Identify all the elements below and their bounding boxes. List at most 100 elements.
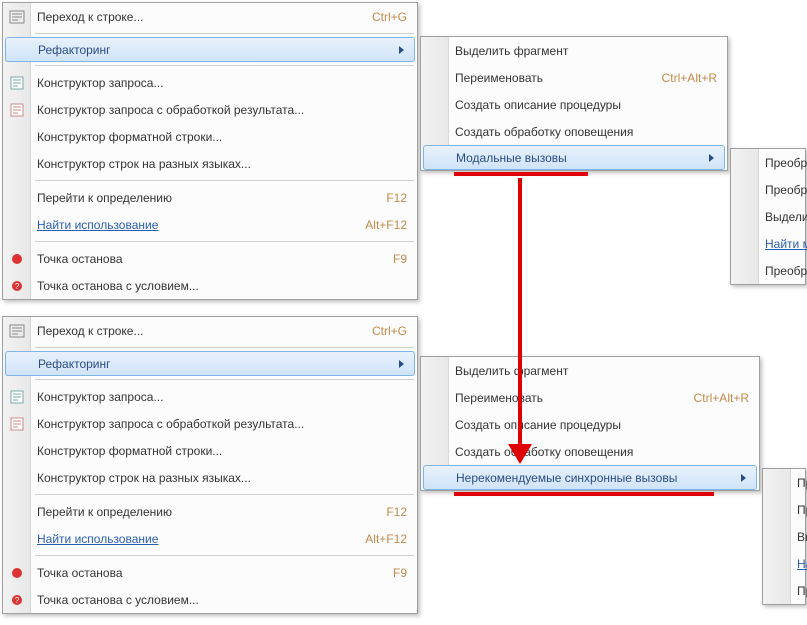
create-handler-label: Создать обработку оповещения — [455, 445, 749, 459]
refactoring-item[interactable]: Рефакторинг — [5, 37, 415, 62]
red-underline-1 — [454, 172, 588, 176]
multilang-string-label: Конструктор строк на разных языках... — [37, 157, 407, 171]
extract-fragment-label: Выделить фрагмент — [455, 44, 717, 58]
query-constructor-result-item[interactable]: Конструктор запроса с обработкой результ… — [3, 410, 417, 437]
sub2-label-3: Вь — [797, 530, 807, 544]
submenu-arrow-icon — [399, 360, 404, 368]
create-handler-item[interactable]: Создать обработку оповещения — [421, 118, 727, 145]
multilang-string-item[interactable]: Конструктор строк на разных языках... — [3, 464, 417, 491]
nonrecommended-calls-label: Нерекомендуемые синхронные вызовы — [456, 471, 741, 485]
create-proc-label: Создать описание процедуры — [455, 98, 717, 112]
sub2-label-5: Пр — [797, 584, 807, 598]
separator — [35, 347, 414, 348]
create-proc-item[interactable]: Создать описание процедуры — [421, 91, 727, 118]
top-context-menu: Переход к строке... Ctrl+G Рефакторинг К… — [2, 2, 418, 300]
query-result-icon — [9, 102, 25, 118]
create-proc-item[interactable]: Создать описание процедуры — [421, 411, 759, 438]
format-string-item[interactable]: Конструктор форматной строки... — [3, 123, 417, 150]
sub2-label-2: Пр — [797, 503, 807, 517]
sub2-label-1: Пр — [797, 476, 807, 490]
breakpoint-cond-label: Точка останова с условием... — [37, 593, 407, 607]
breakpoint-cond-label: Точка останова с условием... — [37, 279, 407, 293]
breakpoint-cond-icon: ? — [9, 278, 25, 294]
extract-fragment-item[interactable]: Выделить фрагмент — [421, 37, 727, 64]
query-constructor-item[interactable]: Конструктор запроса... — [3, 383, 417, 410]
goto-definition-item[interactable]: Перейти к определению F12 — [3, 184, 417, 211]
find-usage-item[interactable]: Найти использование Alt+F12 — [3, 211, 417, 238]
query-icon — [9, 389, 25, 405]
sub2-label-2: Преобраз — [765, 183, 807, 197]
goto-line-icon — [9, 323, 25, 339]
goto-definition-shortcut: F12 — [386, 191, 407, 205]
goto-line-shortcut: Ctrl+G — [372, 324, 407, 338]
sub2-item-5[interactable]: Преобраз — [731, 257, 805, 284]
sub2-item-4[interactable]: На — [763, 550, 807, 577]
nonrecommended-calls-item[interactable]: Нерекомендуемые синхронные вызовы — [423, 465, 757, 490]
rename-item[interactable]: Переименовать Ctrl+Alt+R — [421, 384, 759, 411]
breakpoint-cond-icon: ? — [9, 592, 25, 608]
goto-definition-shortcut: F12 — [386, 505, 407, 519]
breakpoint-shortcut: F9 — [393, 252, 407, 266]
goto-line-item[interactable]: Переход к строке... Ctrl+G — [3, 317, 417, 344]
multilang-string-label: Конструктор строк на разных языках... — [37, 471, 407, 485]
goto-definition-label: Перейти к определению — [37, 191, 366, 205]
sub2-item-2[interactable]: Преобраз — [731, 176, 805, 203]
red-underline-2 — [454, 492, 714, 496]
goto-line-item[interactable]: Переход к строке... Ctrl+G — [3, 3, 417, 30]
query-constructor-result-item[interactable]: Конструктор запроса с обработкой результ… — [3, 96, 417, 123]
rename-item[interactable]: Переименовать Ctrl+Alt+R — [421, 64, 727, 91]
sub2-item-1[interactable]: Преобраз — [731, 149, 805, 176]
rename-label: Переименовать — [455, 71, 642, 85]
breakpoint-item[interactable]: Точка останова F9 — [3, 559, 417, 586]
query-constructor-result-label: Конструктор запроса с обработкой результ… — [37, 103, 407, 117]
sub2-item-2[interactable]: Пр — [763, 496, 807, 523]
query-constructor-label: Конструктор запроса... — [37, 390, 407, 404]
create-handler-item[interactable]: Создать обработку оповещения — [421, 438, 759, 465]
sub2-label-4: На — [797, 557, 807, 571]
sub2-label-1: Преобраз — [765, 156, 807, 170]
separator — [35, 555, 414, 556]
query-constructor-result-label: Конструктор запроса с обработкой результ… — [37, 417, 407, 431]
breakpoint-item[interactable]: Точка останова F9 — [3, 245, 417, 272]
separator — [35, 33, 414, 34]
query-constructor-label: Конструктор запроса... — [37, 76, 407, 90]
separator — [35, 379, 414, 380]
extract-fragment-item[interactable]: Выделить фрагмент — [421, 357, 759, 384]
goto-definition-item[interactable]: Перейти к определению F12 — [3, 498, 417, 525]
bottom-nonrec-submenu: Пр Пр Вь На Пр — [762, 468, 806, 605]
create-handler-label: Создать обработку оповещения — [455, 125, 717, 139]
rename-shortcut: Ctrl+Alt+R — [694, 391, 749, 405]
sub2-item-3[interactable]: Выделит — [731, 203, 805, 230]
find-usage-item[interactable]: Найти использование Alt+F12 — [3, 525, 417, 552]
sub2-item-5[interactable]: Пр — [763, 577, 807, 604]
breakpoint-label: Точка останова — [37, 566, 373, 580]
top-refactoring-submenu: Выделить фрагмент Переименовать Ctrl+Alt… — [420, 36, 728, 171]
extract-fragment-label: Выделить фрагмент — [455, 364, 749, 378]
sub2-item-4[interactable]: Найти мо — [731, 230, 805, 257]
svg-text:?: ? — [15, 282, 20, 291]
breakpoint-label: Точка останова — [37, 252, 373, 266]
breakpoint-icon — [9, 251, 25, 267]
sub2-item-1[interactable]: Пр — [763, 469, 807, 496]
query-constructor-item[interactable]: Конструктор запроса... — [3, 69, 417, 96]
bottom-refactoring-submenu: Выделить фрагмент Переименовать Ctrl+Alt… — [420, 356, 760, 491]
create-proc-label: Создать описание процедуры — [455, 418, 749, 432]
goto-line-label: Переход к строке... — [37, 10, 352, 24]
sub2-item-3[interactable]: Вь — [763, 523, 807, 550]
separator — [35, 241, 414, 242]
submenu-arrow-icon — [741, 474, 746, 482]
breakpoint-cond-item[interactable]: ? Точка останова с условием... — [3, 272, 417, 299]
query-result-icon — [9, 416, 25, 432]
format-string-item[interactable]: Конструктор форматной строки... — [3, 437, 417, 464]
refactoring-item[interactable]: Рефакторинг — [5, 351, 415, 376]
top-modal-submenu: Преобраз Преобраз Выделит Найти мо Преоб… — [730, 148, 806, 285]
modal-calls-item[interactable]: Модальные вызовы — [423, 145, 725, 170]
multilang-string-item[interactable]: Конструктор строк на разных языках... — [3, 150, 417, 177]
goto-line-label: Переход к строке... — [37, 324, 352, 338]
breakpoint-cond-item[interactable]: ? Точка останова с условием... — [3, 586, 417, 613]
separator — [35, 494, 414, 495]
svg-text:?: ? — [15, 596, 20, 605]
refactoring-label: Рефакторинг — [38, 357, 399, 371]
rename-label: Переименовать — [455, 391, 674, 405]
find-usage-shortcut: Alt+F12 — [365, 532, 407, 546]
